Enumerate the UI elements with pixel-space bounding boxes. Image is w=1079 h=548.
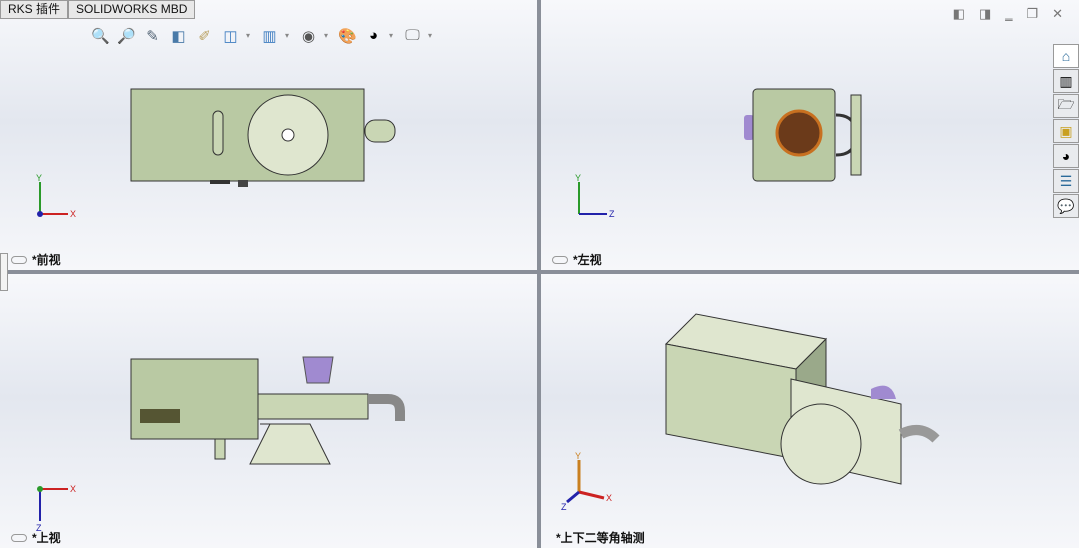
view-settings-icon[interactable]: 🖵 — [402, 25, 423, 46]
heads-up-toolbar: 🔍 🔎 ✎ ◧ ✐ ◫ ▾ ▥ ▾ ◉ ▾ 🎨 ◕ ▾ 🖵 ▾ — [90, 25, 436, 46]
viewport-left[interactable]: ◧ ◨ ‗ ❐ ✕ ⌂ ▥ 🗁 ▣ ◕ ☰ 💬 Y Z *左视 — [541, 0, 1079, 270]
task-pane-tabs: ⌂ ▥ 🗁 ▣ ◕ ☰ 💬 — [1053, 44, 1079, 219]
svg-text:Z: Z — [609, 209, 615, 219]
chevron-down-icon[interactable]: ▾ — [324, 31, 332, 40]
home-icon[interactable]: ⌂ — [1053, 44, 1079, 68]
hide-show-items-icon[interactable]: ◉ — [298, 25, 319, 46]
panel-collapse-handle[interactable] — [0, 253, 8, 291]
tab-plugins[interactable]: RKS 插件 — [0, 0, 69, 19]
triad: Y Z — [575, 173, 615, 219]
command-manager-tabs: RKS 插件 SOLIDWORKS MBD — [0, 0, 196, 19]
next-icon[interactable]: ◨ — [979, 6, 991, 22]
edit-appearance-icon[interactable]: 🎨 — [337, 25, 358, 46]
display-style-icon[interactable]: ▥ — [259, 25, 280, 46]
appearances-icon[interactable]: ◕ — [1053, 144, 1079, 168]
restore-icon[interactable]: ❐ — [1026, 6, 1038, 22]
apply-scene-icon[interactable]: ◕ — [363, 25, 384, 46]
view-label: *前视 — [11, 251, 61, 268]
svg-text:Z: Z — [561, 502, 567, 512]
model-left-view[interactable] — [741, 85, 871, 190]
chevron-down-icon[interactable]: ▾ — [246, 31, 254, 40]
view-palette-icon[interactable]: ▣ — [1053, 119, 1079, 143]
viewport-top[interactable]: X Z *上视 — [0, 274, 537, 548]
model-top-view[interactable] — [125, 349, 410, 474]
svg-text:Y: Y — [36, 173, 42, 183]
triad: X Z — [36, 484, 76, 533]
svg-text:Y: Y — [575, 452, 581, 461]
prev-icon[interactable]: ◧ — [953, 6, 965, 22]
file-explorer-icon[interactable]: 🗁 — [1053, 94, 1079, 118]
link-view-icon[interactable] — [11, 255, 27, 264]
model-isometric-view[interactable] — [661, 304, 951, 494]
svg-text:X: X — [70, 484, 76, 494]
tab-mbd[interactable]: SOLIDWORKS MBD — [68, 0, 196, 19]
custom-properties-icon[interactable]: ☰ — [1053, 169, 1079, 193]
forum-icon[interactable]: 💬 — [1053, 194, 1079, 218]
viewport-front[interactable]: RKS 插件 SOLIDWORKS MBD 🔍 🔎 ✎ ◧ ✐ ◫ ▾ ▥ ▾ ◉ ▾… — [0, 0, 537, 270]
svg-text:Y: Y — [575, 173, 581, 183]
chevron-down-icon[interactable]: ▾ — [285, 31, 293, 40]
triad: Y X Z — [561, 452, 612, 512]
dynamic-annotation-icon[interactable]: ✐ — [194, 25, 215, 46]
triad: Y X — [36, 173, 76, 219]
minimize-icon[interactable]: ‗ — [1005, 6, 1012, 22]
svg-text:X: X — [70, 209, 76, 219]
view-label: *上视 — [11, 529, 61, 546]
window-controls: ◧ ◨ ‗ ❐ ✕ — [953, 6, 1063, 22]
chevron-down-icon[interactable]: ▾ — [389, 31, 397, 40]
view-orientation-icon[interactable]: ◫ — [220, 25, 241, 46]
chevron-down-icon[interactable]: ▾ — [428, 31, 436, 40]
section-view-icon[interactable]: ◧ — [168, 25, 189, 46]
viewport-isometric[interactable]: Y X Z *上下二等角轴测 — [541, 274, 1079, 548]
close-icon[interactable]: ✕ — [1052, 6, 1063, 22]
view-label: *上下二等角轴测 — [556, 531, 645, 545]
link-view-icon[interactable] — [552, 255, 568, 264]
zoom-to-fit-icon[interactable]: 🔍 — [90, 25, 111, 46]
link-view-icon[interactable] — [11, 533, 27, 542]
previous-view-icon[interactable]: ✎ — [142, 25, 163, 46]
view-label: *左视 — [552, 251, 602, 268]
model-front-view[interactable] — [125, 85, 410, 190]
svg-text:X: X — [606, 493, 612, 503]
zoom-to-area-icon[interactable]: 🔎 — [116, 25, 137, 46]
design-library-icon[interactable]: ▥ — [1053, 69, 1079, 93]
